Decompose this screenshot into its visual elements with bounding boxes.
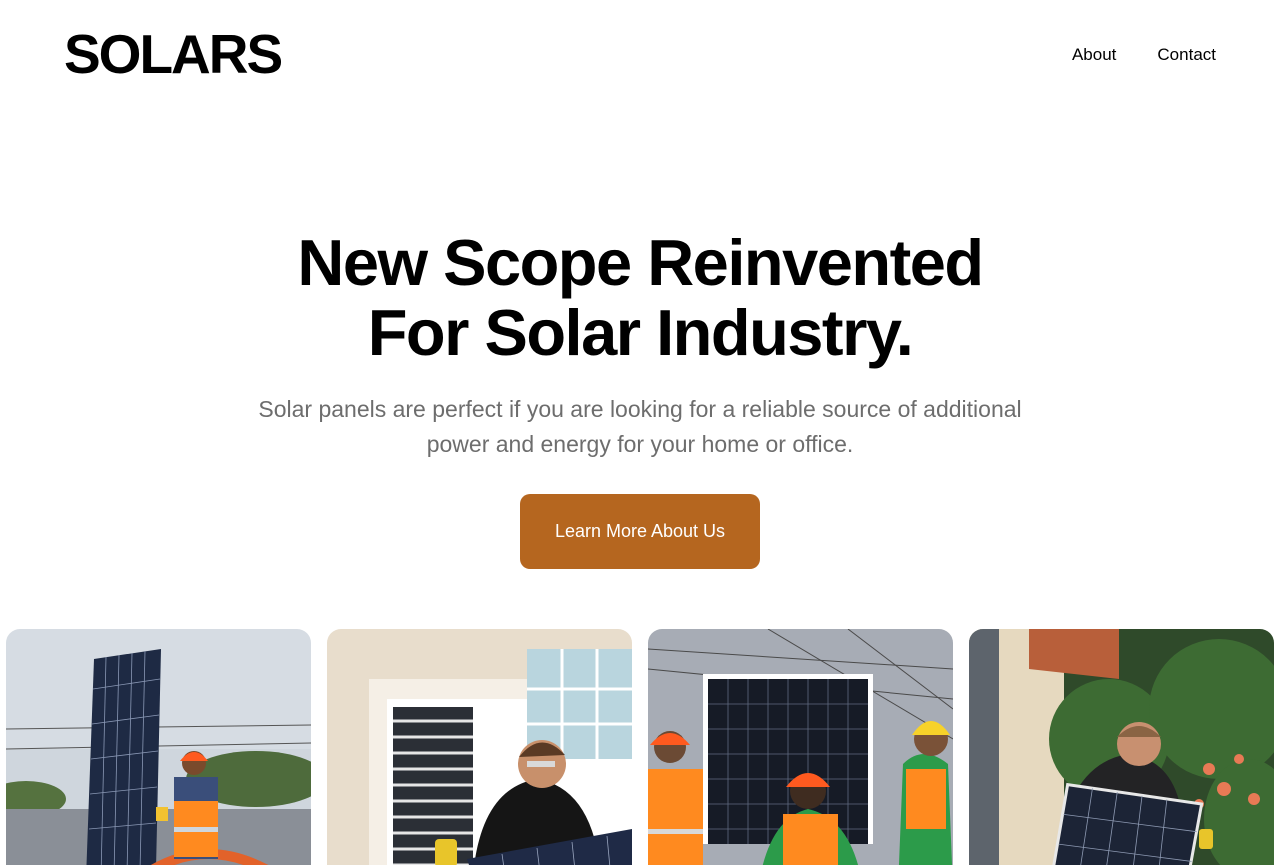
logo[interactable]: SOLARS: [64, 22, 283, 86]
workers-carrying-panel-photo: [648, 629, 953, 865]
learn-more-button[interactable]: Learn More About Us: [520, 494, 760, 569]
man-carrying-panel-garden-photo: [969, 629, 1274, 865]
worker-installing-panel-window-photo: [327, 629, 632, 865]
hero-subtitle: Solar panels are perfect if you are look…: [190, 392, 1090, 462]
worker-lifting-panel-photo: [6, 629, 311, 865]
photo-gallery: [6, 629, 1274, 865]
nav-about-link[interactable]: About: [1072, 44, 1116, 66]
hero-title: New Scope Reinvented For Solar Industry.: [0, 228, 1280, 368]
landing-page: SOLARS About Contact New Scope Reinvente…: [0, 0, 1280, 865]
hero-subtitle-line-1: Solar panels are perfect if you are look…: [258, 396, 1022, 422]
hero-title-line-1: New Scope Reinvented: [297, 226, 984, 299]
hero-title-line-2: For Solar Industry.: [367, 296, 914, 369]
nav-contact-link[interactable]: Contact: [1157, 44, 1216, 66]
hero-subtitle-line-2: power and energy for your home or office…: [426, 431, 854, 457]
main-nav: About Contact: [1072, 44, 1216, 66]
